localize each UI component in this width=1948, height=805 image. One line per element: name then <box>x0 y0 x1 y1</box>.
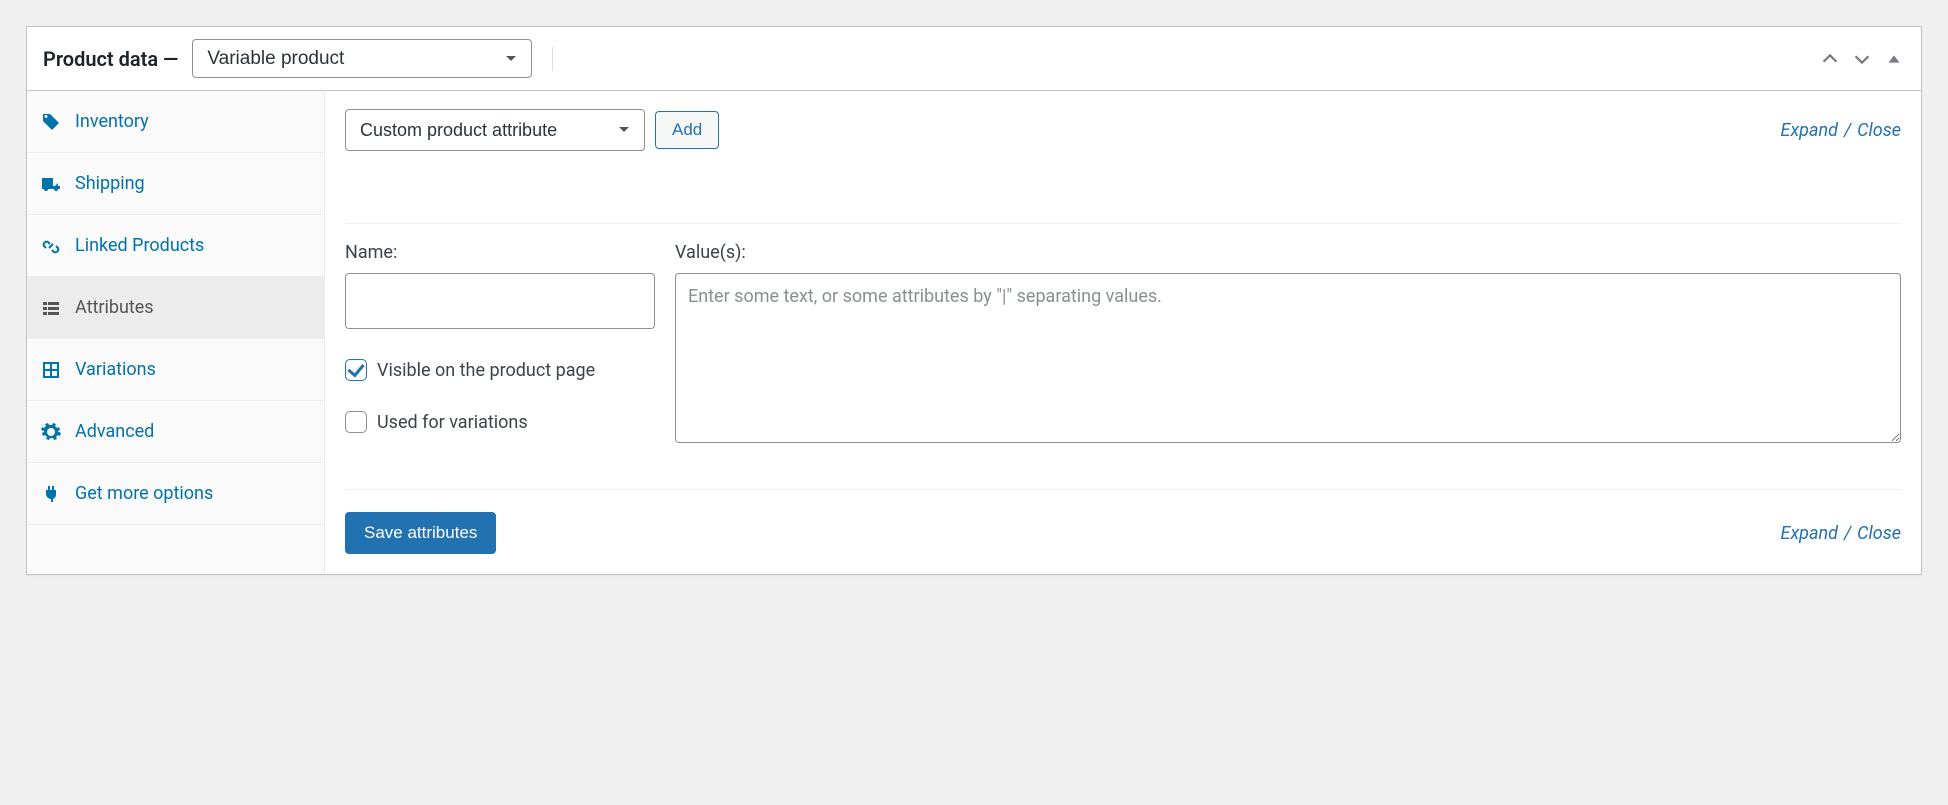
attribute-row: Name: Visible on the product page Used f… <box>345 223 1901 447</box>
metabox-title: Product data — <box>43 47 178 71</box>
expand-close-bottom: Expand / Close <box>1781 523 1901 544</box>
chevron-up-icon <box>1819 48 1841 70</box>
name-label: Name: <box>345 242 675 263</box>
expand-link[interactable]: Expand <box>1781 120 1838 141</box>
chevron-down-icon <box>1851 48 1873 70</box>
tab-attributes[interactable]: Attributes <box>27 277 324 339</box>
attributes-panel: Custom product attribute Add Expand / Cl… <box>325 91 1921 574</box>
visible-label: Visible on the product page <box>377 360 595 381</box>
attribute-values-textarea[interactable] <box>675 273 1901 443</box>
expand-close-top: Expand / Close <box>1781 120 1901 141</box>
attribute-taxonomy-select[interactable]: Custom product attribute <box>345 109 645 151</box>
header-divider <box>552 47 553 71</box>
values-label: Value(s): <box>675 242 1901 263</box>
tab-advanced[interactable]: Advanced <box>27 401 324 463</box>
list-icon <box>41 298 61 318</box>
move-down-button[interactable] <box>1851 48 1873 70</box>
used-for-variations-checkbox[interactable] <box>345 411 367 433</box>
toggle-panel-button[interactable] <box>1883 48 1905 70</box>
triangle-up-icon <box>1883 48 1905 70</box>
expand-link[interactable]: Expand <box>1781 523 1838 544</box>
tab-label: Get more options <box>75 483 213 504</box>
tag-icon <box>41 112 61 132</box>
used-for-variations-label: Used for variations <box>377 412 528 433</box>
metabox-header: Product data — Variable product <box>27 27 1921 91</box>
close-link[interactable]: Close <box>1857 523 1901 544</box>
tab-label: Variations <box>75 359 156 380</box>
tab-linked-products[interactable]: Linked Products <box>27 215 324 277</box>
add-attribute-button[interactable]: Add <box>655 111 719 149</box>
gear-icon <box>41 422 61 442</box>
product-data-tabs: Inventory Shipping Linked Products Attri… <box>27 91 325 574</box>
tab-variations[interactable]: Variations <box>27 339 324 401</box>
close-link[interactable]: Close <box>1857 120 1901 141</box>
tab-inventory[interactable]: Inventory <box>27 91 324 153</box>
tab-label: Shipping <box>75 173 145 194</box>
product-type-select[interactable]: Variable product <box>192 39 532 78</box>
link-icon <box>41 236 61 256</box>
attributes-toolbar: Custom product attribute Add Expand / Cl… <box>345 109 1901 163</box>
move-up-button[interactable] <box>1819 48 1841 70</box>
tab-label: Attributes <box>75 297 154 318</box>
grid-icon <box>41 360 61 380</box>
plug-icon <box>41 484 61 504</box>
tab-label: Linked Products <box>75 235 204 256</box>
panel-wrap: Inventory Shipping Linked Products Attri… <box>27 91 1921 574</box>
save-attributes-button[interactable]: Save attributes <box>345 512 496 554</box>
attribute-name-input[interactable] <box>345 273 655 329</box>
attributes-bottom-bar: Save attributes Expand / Close <box>345 489 1901 554</box>
truck-icon <box>41 174 61 194</box>
tab-get-more-options[interactable]: Get more options <box>27 463 324 525</box>
product-data-metabox: Product data — Variable product Invent <box>26 26 1922 575</box>
visible-checkbox[interactable] <box>345 359 367 381</box>
tab-label: Inventory <box>75 111 149 132</box>
tab-shipping[interactable]: Shipping <box>27 153 324 215</box>
tab-label: Advanced <box>75 421 154 442</box>
